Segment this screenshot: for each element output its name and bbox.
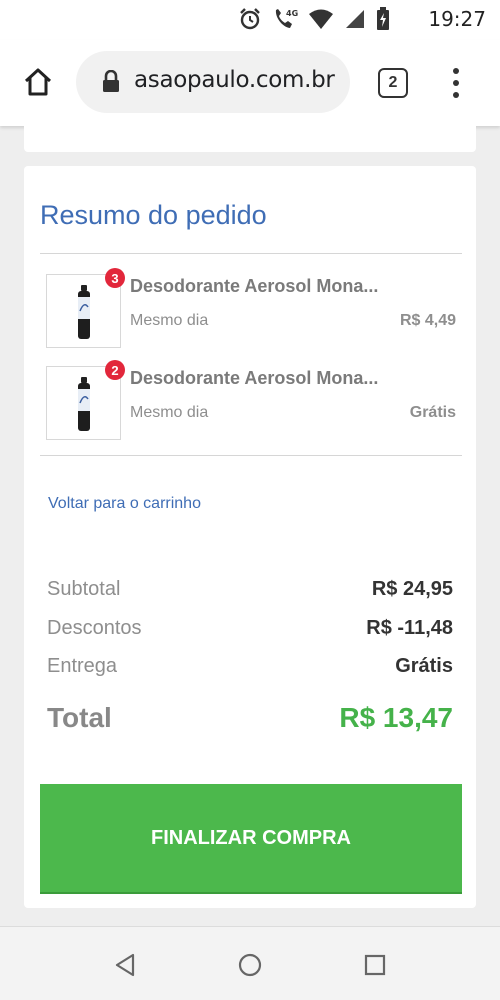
item-price: Grátis (409, 404, 456, 421)
browser-toolbar: asaopaulo.com.br 2 (0, 40, 500, 126)
shipping-row: Entrega Grátis (47, 655, 453, 681)
shipping-label: Entrega (47, 655, 118, 677)
overflow-menu-icon (453, 68, 459, 74)
item-name: Desodorante Aerosol Mona... (130, 276, 379, 296)
order-item[interactable]: 2 Desodorante Aerosol Mona... Mesmo dia … (46, 360, 456, 440)
address-bar[interactable]: asaopaulo.com.br (76, 51, 350, 113)
item-name: Desodorante Aerosol Mona... (130, 368, 379, 388)
subtotal-row: Subtotal R$ 24,95 (47, 578, 453, 604)
item-delivery: Mesmo dia (130, 312, 209, 329)
shipping-value: Grátis (395, 655, 453, 677)
total-value: R$ 13,47 (339, 702, 453, 733)
tabs-button[interactable]: 2 (378, 68, 408, 98)
deodorant-bottle-icon (78, 285, 90, 339)
back-triangle-icon (115, 953, 135, 977)
network-type-label: 4G (286, 9, 298, 18)
status-time: 19:27 (428, 7, 486, 31)
status-icons: 4G (238, 6, 390, 32)
subtotal-value: R$ 24,95 (371, 578, 453, 600)
deodorant-bottle-icon (78, 377, 90, 431)
checkout-button-label: FINALIZAR COMPRA (151, 826, 351, 849)
discount-row: Descontos R$ -11,48 (47, 617, 453, 643)
back-to-cart-link[interactable]: Voltar para o carrinho (48, 495, 201, 513)
alarm-icon (240, 8, 260, 30)
wifi-icon (309, 9, 333, 29)
subtotal-label: Subtotal (47, 578, 121, 600)
checkout-button[interactable]: FINALIZAR COMPRA (40, 784, 462, 894)
quantity-badge: 2 (105, 360, 125, 380)
overflow-menu-button[interactable] (446, 66, 466, 100)
nav-recents-button[interactable] (361, 951, 389, 979)
system-nav-bar (0, 926, 500, 1000)
item-delivery: Mesmo dia (130, 404, 209, 421)
item-price: R$ 4,49 (399, 312, 456, 329)
home-circle-icon (238, 953, 262, 977)
url-text: asaopaulo.com.br (134, 67, 335, 93)
battery-icon (377, 7, 389, 30)
signal-icon (346, 10, 364, 28)
order-item[interactable]: 3 Desodorante Aerosol Mona... Mesmo dia … (46, 268, 456, 348)
nav-home-button[interactable] (236, 951, 264, 979)
divider (40, 455, 462, 456)
discount-label: Descontos (47, 617, 142, 639)
lock-icon (103, 70, 119, 92)
status-bar: 4G 19:27 (0, 0, 500, 40)
home-button[interactable] (18, 62, 58, 102)
call-4g-icon: 4G (275, 9, 298, 28)
tab-count: 2 (388, 74, 398, 91)
summary-title: Resumo do pedido (40, 200, 267, 230)
previous-card (24, 126, 476, 152)
total-row: Total R$ 13,47 (47, 702, 453, 738)
discount-value: R$ -11,48 (366, 617, 453, 639)
total-label: Total (47, 702, 112, 733)
nav-back-button[interactable] (111, 951, 139, 979)
home-icon (24, 68, 52, 96)
divider (40, 253, 462, 254)
quantity-badge: 3 (105, 268, 125, 288)
order-summary-card: Resumo do pedido 3 Desodorante Aerosol M… (24, 166, 476, 908)
recents-square-icon (364, 954, 386, 976)
